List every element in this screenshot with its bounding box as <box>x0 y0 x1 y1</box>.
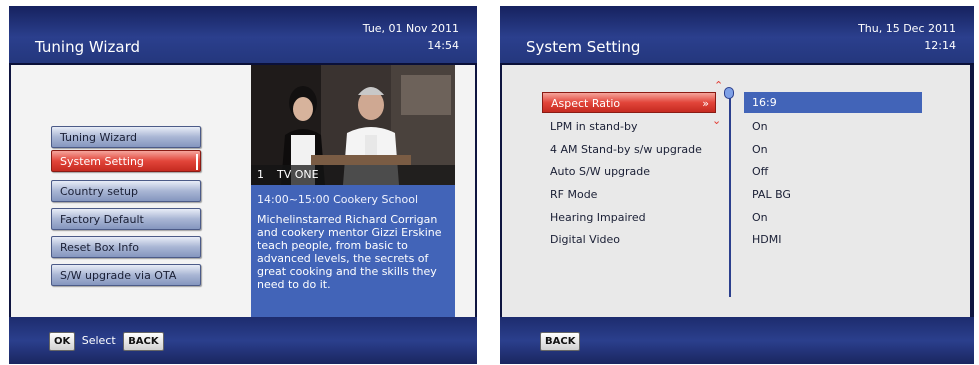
value-hearing-impaired: On <box>752 211 768 224</box>
date-label: Tue, 01 Nov 2011 <box>362 22 459 35</box>
time-label: 12:14 <box>924 39 956 52</box>
setting-aspect-ratio[interactable]: Aspect Ratio » <box>542 92 716 113</box>
footer-controls: OK Select BACK <box>49 332 164 351</box>
video-preview: 1 TV ONE <box>251 65 455 185</box>
channel-name: TV ONE <box>277 168 319 181</box>
footer: OK Select BACK <box>9 317 477 364</box>
value-rf-mode: PAL BG <box>752 188 791 201</box>
date-label: Thu, 15 Dec 2011 <box>858 22 956 35</box>
menu-panel: Tuning Wizard System Setting Country set… <box>11 65 251 317</box>
back-key[interactable]: BACK <box>540 332 581 351</box>
screen-title: System Setting <box>526 38 641 56</box>
value-aspect-ratio[interactable]: 16:9 <box>744 92 922 113</box>
datetime: Thu, 15 Dec 2011 12:14 <box>858 20 956 54</box>
scroll-indicator-icon[interactable] <box>724 87 734 99</box>
menu-item-factory-default[interactable]: Factory Default <box>51 208 201 230</box>
value-digital-video: HDMI <box>752 233 782 246</box>
setting-lpm-standby[interactable]: LPM in stand-by <box>542 116 716 137</box>
value-lpm-standby: On <box>752 120 768 133</box>
programme-time-title: 14:00~15:00 Cookery School <box>257 193 419 206</box>
channel-banner: 1 TV ONE <box>251 165 455 185</box>
programme-description: Michelinstarred Richard Corrigan and coo… <box>257 213 442 291</box>
menu-item-sw-upgrade-ota[interactable]: S/W upgrade via OTA <box>51 264 201 286</box>
setting-label: Aspect Ratio <box>551 97 621 110</box>
right-arrow-icon: » <box>702 97 709 110</box>
up-arrow-icon[interactable]: ⌃ <box>714 80 723 91</box>
screen-title: Tuning Wizard <box>35 38 141 56</box>
setting-auto-sw-upgrade[interactable]: Auto S/W upgrade <box>542 161 716 182</box>
value-auto-sw-upgrade: Off <box>752 165 769 178</box>
column-divider <box>729 89 731 297</box>
ok-key[interactable]: OK <box>49 332 76 351</box>
tuning-wizard-screen: Tuning Wizard Tue, 01 Nov 2011 14:54 Tun… <box>9 6 477 364</box>
footer: BACK <box>500 317 974 364</box>
programme-info: 14:00~15:00 Cookery School Michelinstarr… <box>251 185 455 317</box>
back-key[interactable]: BACK <box>123 332 164 351</box>
system-setting-screen: System Setting Thu, 15 Dec 2011 12:14 ⌃ … <box>500 6 974 364</box>
header: System Setting Thu, 15 Dec 2011 12:14 <box>500 6 974 65</box>
setting-digital-video[interactable]: Digital Video <box>542 229 716 250</box>
setting-4am-standby-upgrade[interactable]: 4 AM Stand-by s/w upgrade <box>542 139 716 160</box>
setting-rf-mode[interactable]: RF Mode <box>542 184 716 205</box>
menu-item-reset-box-info[interactable]: Reset Box Info <box>51 236 201 258</box>
footer-controls: BACK <box>540 329 581 351</box>
side-margin <box>455 65 475 317</box>
channel-number: 1 <box>257 168 264 181</box>
menu-item-country-setup[interactable]: Country setup <box>51 180 201 202</box>
select-label: Select <box>81 334 116 347</box>
time-label: 14:54 <box>427 39 459 52</box>
menu-item-tuning-wizard[interactable]: Tuning Wizard <box>51 126 201 148</box>
setting-hearing-impaired[interactable]: Hearing Impaired <box>542 207 716 228</box>
settings-panel: ⌃ ⌄ Aspect Ratio » LPM in stand-by 4 AM … <box>502 65 970 317</box>
value-4am-standby-upgrade: On <box>752 143 768 156</box>
menu-item-system-setting[interactable]: System Setting <box>51 150 201 172</box>
header: Tuning Wizard Tue, 01 Nov 2011 14:54 <box>9 6 477 65</box>
datetime: Tue, 01 Nov 2011 14:54 <box>363 20 459 54</box>
